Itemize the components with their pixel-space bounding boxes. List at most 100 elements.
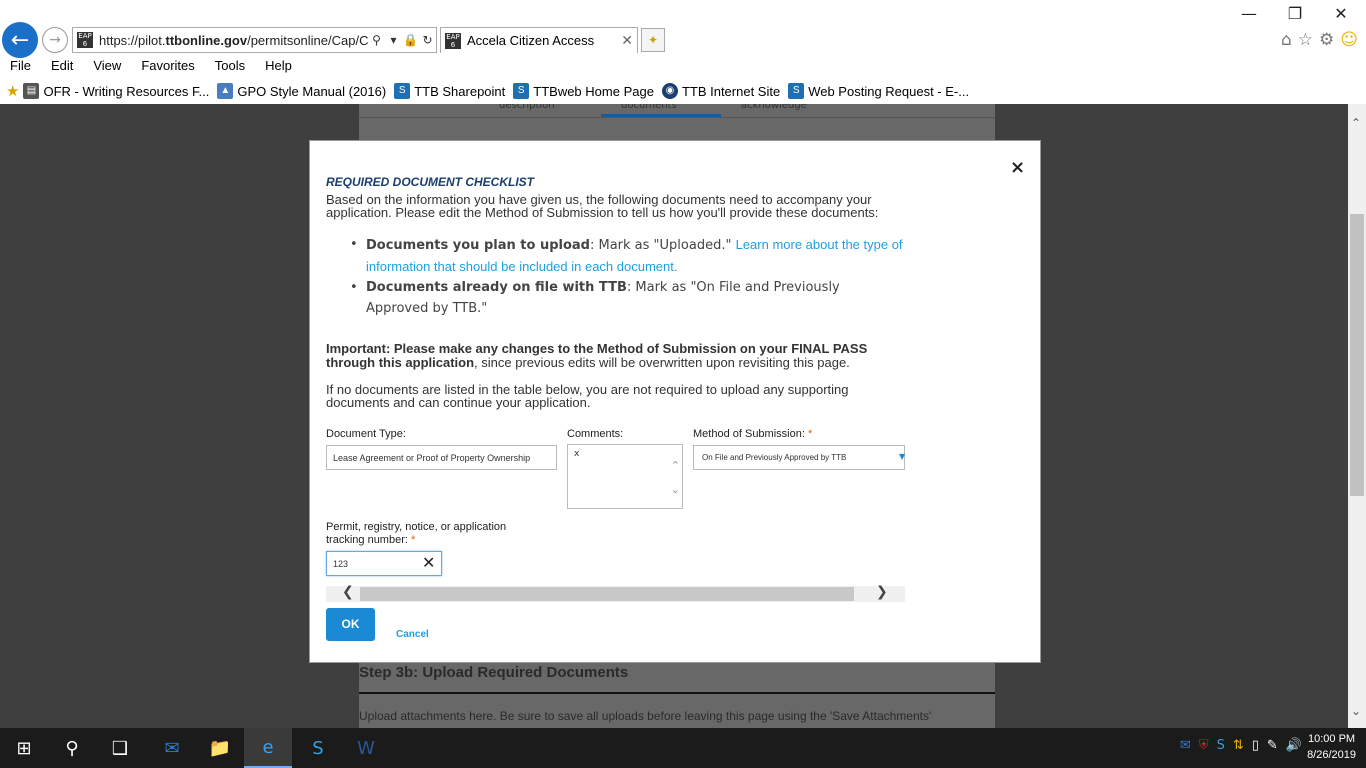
comments-textarea[interactable]: x ⌃ ⌄: [567, 444, 683, 509]
menu-bar: File Edit View Favorites Tools Help: [0, 56, 1366, 78]
system-tray: ✉ ⛨ S ⇅ ▯ ✎ 🔊: [1180, 738, 1302, 753]
background-step-tabs: description documents acknowledge: [359, 104, 995, 118]
menu-edit[interactable]: Edit: [41, 56, 83, 78]
file-explorer-icon[interactable]: 📁: [196, 728, 244, 768]
favorite-label: GPO Style Manual (2016): [237, 83, 387, 99]
refresh-icon[interactable]: ↻: [419, 33, 436, 47]
battery-icon[interactable]: ▯: [1252, 738, 1259, 753]
favorite-label: TTB Internet Site: [681, 83, 781, 99]
scroll-left-icon[interactable]: ❮: [342, 584, 354, 600]
method-label-text: Method of Submission:: [693, 428, 805, 440]
forward-arrow-icon[interactable]: →: [42, 27, 68, 53]
background-step-text: Upload attachments here. Be sure to save…: [359, 709, 932, 723]
search-icon[interactable]: ⚲: [368, 33, 385, 47]
document-type-field: Lease Agreement or Proof of Property Own…: [326, 445, 557, 470]
modal-intro-text: Based on the information you have given …: [326, 192, 879, 220]
cancel-link[interactable]: Cancel: [396, 629, 429, 640]
textarea-scroll-down-icon[interactable]: ⌄: [671, 483, 680, 496]
back-arrow-icon[interactable]: ←: [2, 22, 38, 58]
horizontal-scroll-thumb[interactable]: [360, 587, 854, 601]
menu-tools[interactable]: Tools: [205, 56, 255, 78]
scroll-right-icon[interactable]: ❯: [876, 584, 888, 600]
important-notice: Important: Please make any changes to th…: [326, 342, 906, 370]
url-domain: ttbonline.gov: [165, 32, 248, 48]
tab-title: Accela Citizen Access: [467, 33, 595, 48]
task-view-icon[interactable]: ❑: [96, 728, 144, 768]
clear-input-icon[interactable]: ✕: [422, 553, 435, 572]
address-url[interactable]: https://pilot.ttbonline.gov/permitsonlin…: [99, 33, 368, 48]
menu-view[interactable]: View: [83, 56, 131, 78]
menu-favorites[interactable]: Favorites: [131, 56, 204, 78]
search-icon[interactable]: ⚲: [48, 728, 96, 768]
bullet-upload-text: : Mark as "Uploaded.": [589, 238, 736, 253]
add-favorite-star-icon[interactable]: ★: [6, 82, 19, 100]
browser-chrome: — ❐ ✕ ← → EAP 6 https://pilot.ttbonline.…: [0, 0, 1366, 104]
bullet-on-file: • Documents already on file with TTB: Ma…: [350, 277, 905, 319]
tab-close-icon[interactable]: ✕: [621, 32, 633, 49]
method-of-submission-label: Method of Submission: *: [693, 428, 812, 440]
mcafee-shield-icon[interactable]: ⛨: [1199, 738, 1209, 753]
close-window-icon[interactable]: ✕: [1318, 4, 1364, 23]
tracking-label-text: Permit, registry, notice, or application…: [326, 521, 507, 546]
settings-gear-icon[interactable]: ⚙: [1319, 30, 1334, 50]
address-bar[interactable]: EAP 6 https://pilot.ttbonline.gov/permit…: [72, 27, 437, 53]
sync-tray-icon[interactable]: ⇅: [1233, 738, 1244, 753]
new-tab-icon[interactable]: ✦: [641, 28, 665, 52]
volume-icon[interactable]: 🔊: [1286, 738, 1302, 753]
internet-explorer-icon[interactable]: e: [244, 728, 292, 768]
chevron-down-icon[interactable]: ▼: [899, 452, 905, 461]
word-icon[interactable]: W: [342, 728, 390, 768]
home-icon[interactable]: ⌂: [1281, 30, 1292, 50]
scroll-thumb[interactable]: [1350, 214, 1364, 496]
browser-toolbar-icons: ⌂ ☆ ⚙ ☺: [1281, 30, 1358, 50]
scroll-up-icon[interactable]: ⌃: [1351, 116, 1361, 130]
document-icon: ▤: [23, 83, 40, 99]
important-text: , since previous edits will be overwritt…: [474, 355, 850, 370]
sharepoint-icon: S: [788, 83, 805, 99]
favorites-star-icon[interactable]: ☆: [1298, 30, 1313, 50]
windows-taskbar: ⊞ ⚲ ❑ ✉ 📁 e S W ✉ ⛨ S ⇅ ▯ ✎ 🔊 10:00 PM 8…: [0, 728, 1366, 768]
modal-close-icon[interactable]: ×: [1010, 157, 1025, 178]
page-vertical-scrollbar[interactable]: ⌃ ⌄: [1348, 104, 1366, 728]
minimize-icon[interactable]: —: [1226, 4, 1272, 23]
ttb-seal-icon: ◉: [661, 83, 678, 99]
skype-tray-icon[interactable]: S: [1217, 738, 1225, 753]
skype-icon[interactable]: S: [294, 728, 342, 768]
sharepoint-icon: S: [513, 83, 530, 99]
background-tab-indicator: [601, 114, 721, 117]
textarea-scroll-up-icon[interactable]: ⌃: [671, 459, 680, 472]
outlook-icon[interactable]: ✉: [148, 728, 196, 768]
lock-icon[interactable]: 🔒: [402, 33, 419, 47]
table-horizontal-scrollbar[interactable]: ❮ ❯: [326, 584, 905, 602]
favorite-gpo[interactable]: ▲ GPO Style Manual (2016): [217, 83, 386, 99]
menu-help[interactable]: Help: [255, 56, 302, 78]
pen-icon[interactable]: ✎: [1267, 738, 1278, 753]
favorite-ttb-sharepoint[interactable]: S TTB Sharepoint: [394, 83, 505, 99]
favorite-ttbweb[interactable]: S TTBweb Home Page: [513, 83, 654, 99]
favorite-label: TTBweb Home Page: [533, 83, 654, 99]
scroll-down-icon[interactable]: ⌄: [1351, 704, 1361, 718]
smiley-feedback-icon[interactable]: ☺: [1340, 30, 1358, 50]
bullet-upload-bold: Documents you plan to upload: [366, 238, 590, 253]
windows-start-icon[interactable]: ⊞: [0, 728, 48, 768]
method-of-submission-select[interactable]: On File and Previously Approved by TTB: [693, 445, 905, 470]
background-step-title: Step 3b: Upload Required Documents: [359, 664, 629, 681]
no-documents-notice: If no documents are listed in the table …: [326, 382, 849, 410]
favorite-ttb-internet[interactable]: ◉ TTB Internet Site: [661, 83, 781, 99]
browser-tab[interactable]: EAP 6 Accela Citizen Access ✕: [440, 27, 638, 53]
favorite-ofr[interactable]: ▤ OFR - Writing Resources F...: [23, 83, 209, 99]
restore-icon[interactable]: ❐: [1272, 4, 1318, 23]
dropdown-icon[interactable]: ▾: [385, 33, 402, 47]
screen: — ❐ ✕ ← → EAP 6 https://pilot.ttbonline.…: [0, 0, 1366, 768]
menu-file[interactable]: File: [0, 56, 41, 78]
favorite-web-posting[interactable]: S Web Posting Request - E-...: [788, 83, 969, 99]
comments-label: Comments:: [567, 428, 624, 440]
system-clock[interactable]: 10:00 PM 8/26/2019: [1307, 731, 1356, 763]
ok-button[interactable]: OK: [326, 608, 375, 641]
background-tab-documents: documents: [621, 104, 677, 111]
background-divider: [359, 692, 995, 694]
bullet-on-file-bold: Documents already on file with TTB: [366, 280, 627, 295]
required-documents-modal: × REQUIRED DOCUMENT CHECKLIST Based on t…: [309, 140, 1041, 663]
outlook-tray-icon[interactable]: ✉: [1180, 738, 1191, 753]
clock-date: 8/26/2019: [1307, 749, 1356, 761]
